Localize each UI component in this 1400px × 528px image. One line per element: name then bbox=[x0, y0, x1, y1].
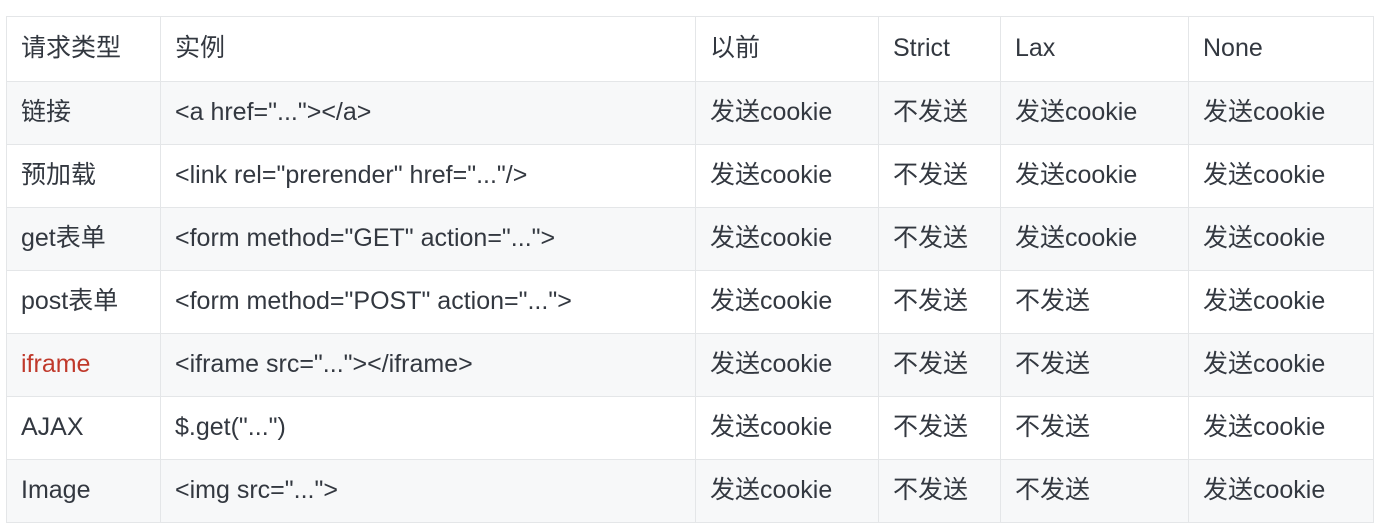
table-row: get表单 <form method="GET" action="..."> 发送c… bbox=[6, 207, 1374, 271]
samesite-cookie-table-container: 请求类型 实例 以前 Strict Lax None 链接 <a href="..… bbox=[6, 16, 1374, 523]
cell-none: 发送cookie bbox=[1188, 459, 1374, 523]
cell-lax: 不发送 bbox=[1000, 396, 1189, 460]
cell-before: 发送cookie bbox=[695, 270, 879, 334]
column-header-strict: Strict bbox=[878, 16, 1001, 82]
cell-example: <iframe src="..."></iframe> bbox=[160, 333, 696, 397]
cell-before: 发送cookie bbox=[695, 396, 879, 460]
table-row: 预加载 <link rel="prerender" href="..."/> 发送c… bbox=[6, 144, 1374, 208]
cell-lax: 发送cookie bbox=[1000, 144, 1189, 208]
cell-type: post表单 bbox=[6, 270, 161, 334]
cell-before: 发送cookie bbox=[695, 144, 879, 208]
cell-strict: 不发送 bbox=[878, 333, 1001, 397]
cell-example: <form method="POST" action="..."> bbox=[160, 270, 696, 334]
cell-before: 发送cookie bbox=[695, 459, 879, 523]
column-header-before: 以前 bbox=[695, 16, 879, 82]
cell-strict: 不发送 bbox=[878, 81, 1001, 145]
table-header: 请求类型 实例 以前 Strict Lax None bbox=[6, 16, 1374, 82]
table-header-row: 请求类型 实例 以前 Strict Lax None bbox=[6, 16, 1374, 82]
cell-type: Image bbox=[6, 459, 161, 523]
cell-none: 发送cookie bbox=[1188, 207, 1374, 271]
cell-example: <link rel="prerender" href="..."/> bbox=[160, 144, 696, 208]
cell-example: $.get("...") bbox=[160, 396, 696, 460]
cell-example: <a href="..."></a> bbox=[160, 81, 696, 145]
samesite-cookie-table: 请求类型 实例 以前 Strict Lax None 链接 <a href="..… bbox=[6, 16, 1374, 523]
table-row: 链接 <a href="..."></a> 发送cookie 不发送 发送cookie 发… bbox=[6, 81, 1374, 145]
cell-none: 发送cookie bbox=[1188, 270, 1374, 334]
table-body: 链接 <a href="..."></a> 发送cookie 不发送 发送cookie 发… bbox=[6, 81, 1374, 523]
cell-none: 发送cookie bbox=[1188, 333, 1374, 397]
cell-lax: 不发送 bbox=[1000, 459, 1189, 523]
cell-strict: 不发送 bbox=[878, 396, 1001, 460]
cell-before: 发送cookie bbox=[695, 81, 879, 145]
cell-example: <form method="GET" action="..."> bbox=[160, 207, 696, 271]
column-header-lax: Lax bbox=[1000, 16, 1189, 82]
cell-strict: 不发送 bbox=[878, 270, 1001, 334]
cell-type: 预加载 bbox=[6, 144, 161, 208]
cell-type: AJAX bbox=[6, 396, 161, 460]
cell-lax: 发送cookie bbox=[1000, 207, 1189, 271]
cell-strict: 不发送 bbox=[878, 144, 1001, 208]
column-header-type: 请求类型 bbox=[6, 16, 161, 82]
cell-none: 发送cookie bbox=[1188, 396, 1374, 460]
cell-none: 发送cookie bbox=[1188, 144, 1374, 208]
table-row: AJAX $.get("...") 发送cookie 不发送 不发送 发送cookie bbox=[6, 396, 1374, 460]
table-row: iframe <iframe src="..."></iframe> 发送cooki… bbox=[6, 333, 1374, 397]
column-header-none: None bbox=[1188, 16, 1374, 82]
table-row: Image <img src="..."> 发送cookie 不发送 不发送 发送cook… bbox=[6, 459, 1374, 523]
cell-none: 发送cookie bbox=[1188, 81, 1374, 145]
cell-lax: 发送cookie bbox=[1000, 81, 1189, 145]
cell-strict: 不发送 bbox=[878, 207, 1001, 271]
cell-lax: 不发送 bbox=[1000, 270, 1189, 334]
cell-before: 发送cookie bbox=[695, 207, 879, 271]
column-header-example: 实例 bbox=[160, 16, 696, 82]
cell-lax: 不发送 bbox=[1000, 333, 1189, 397]
cell-strict: 不发送 bbox=[878, 459, 1001, 523]
cell-type: 链接 bbox=[6, 81, 161, 145]
cell-type: iframe bbox=[6, 333, 161, 397]
cell-before: 发送cookie bbox=[695, 333, 879, 397]
cell-type: get表单 bbox=[6, 207, 161, 271]
table-row: post表单 <form method="POST" action="..."> 发… bbox=[6, 270, 1374, 334]
cell-example: <img src="..."> bbox=[160, 459, 696, 523]
